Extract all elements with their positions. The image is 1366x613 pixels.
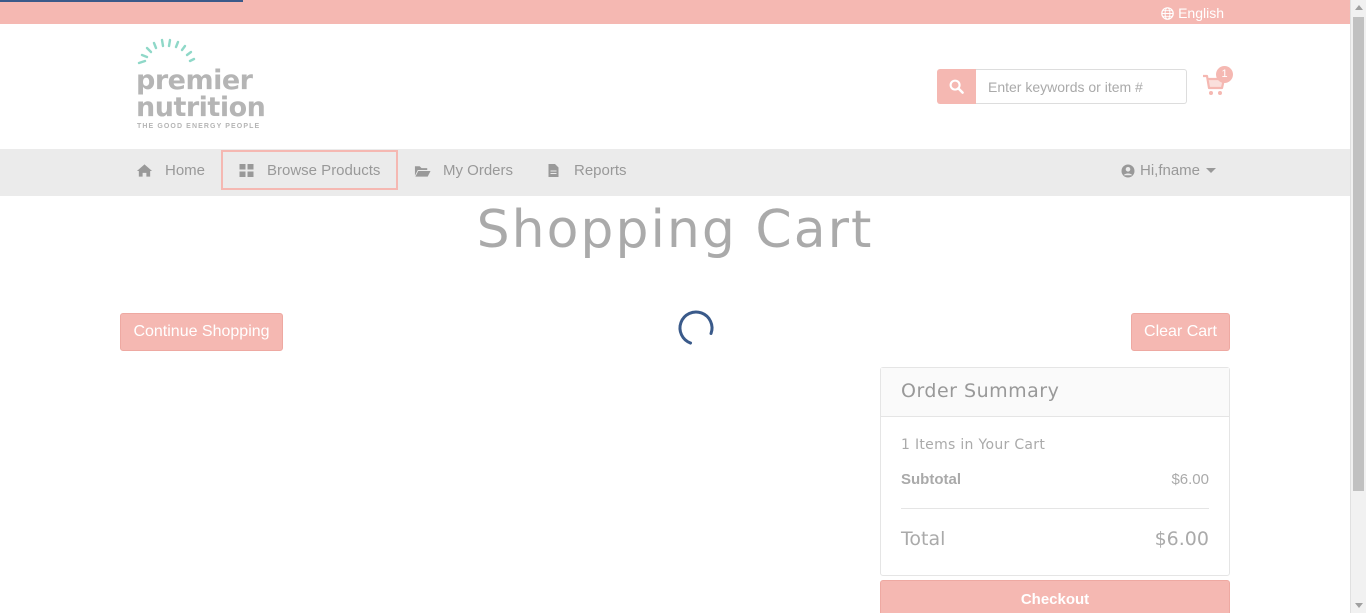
user-greeting: Hi,fname <box>1140 162 1201 179</box>
language-label: English <box>1178 5 1224 21</box>
scroll-down-icon[interactable] <box>1355 603 1363 608</box>
cart-count-badge: 1 <box>1216 66 1233 83</box>
search-button[interactable] <box>937 69 976 104</box>
logo-word-nutrition: nutrition <box>136 92 266 123</box>
logo-tagline: THE GOOD ENERGY PEOPLE <box>137 123 261 130</box>
file-icon <box>548 163 559 177</box>
site-header: premier nutrition THE GOOD ENERGY PEOPLE… <box>0 24 1350 149</box>
order-summary-heading: Order Summary <box>881 368 1229 417</box>
page-scrollbar[interactable] <box>1350 0 1366 613</box>
nav-item-label: My Orders <box>443 161 514 179</box>
nav-item-home[interactable]: Home <box>136 150 205 190</box>
nav-item-reports[interactable]: Reports <box>545 150 627 190</box>
language-selector[interactable]: English <box>1161 5 1224 21</box>
premier-nutrition-logo[interactable]: premier nutrition THE GOOD ENERGY PEOPLE <box>136 37 276 137</box>
cart-item-count: 1 Items in Your Cart <box>901 437 1046 453</box>
nav-item-label: Reports <box>574 161 627 179</box>
scroll-up-icon[interactable] <box>1355 5 1363 10</box>
order-summary-panel: Order Summary 1 Items in Your Cart Subto… <box>880 367 1230 576</box>
search-input[interactable] <box>976 69 1187 104</box>
user-circle-icon <box>1121 164 1135 177</box>
total-value: $6.00 <box>1154 528 1209 550</box>
nav-item-browse-products[interactable]: Browse Products <box>221 150 398 190</box>
page-title: Shopping Cart <box>476 200 874 260</box>
main-nav: Home Browse Products My Orders Reports H… <box>0 149 1350 196</box>
loading-progress-line <box>0 0 243 2</box>
home-icon <box>136 163 153 177</box>
spinner-icon <box>678 310 714 345</box>
page: English premier nutrition THE GOOD ENERG… <box>0 0 1350 613</box>
search-icon <box>949 79 964 94</box>
scrollbar-thumb[interactable] <box>1353 17 1364 491</box>
nav-item-label: Browse Products <box>267 161 381 179</box>
user-menu[interactable]: Hi,fname <box>1121 162 1217 179</box>
total-label: Total <box>901 528 946 550</box>
checkout-button[interactable]: Checkout <box>880 580 1230 613</box>
continue-shopping-button[interactable]: Continue Shopping <box>120 313 283 351</box>
subtotal-label: Subtotal <box>901 471 961 488</box>
total-row: Total $6.00 <box>901 528 1209 550</box>
summary-divider <box>901 508 1209 509</box>
nav-item-label: Home <box>165 161 206 179</box>
chevron-down-icon <box>1206 168 1217 173</box>
globe-icon <box>1161 6 1174 20</box>
clear-cart-button[interactable]: Clear Cart <box>1131 313 1230 351</box>
subtotal-row: Subtotal $6.00 <box>901 471 1209 488</box>
subtotal-value: $6.00 <box>1171 471 1209 488</box>
grid-icon <box>239 163 254 177</box>
nav-item-my-orders[interactable]: My Orders <box>414 150 513 190</box>
folder-open-icon <box>414 165 431 177</box>
top-bar: English <box>0 0 1350 24</box>
logo-word-premier: premier <box>136 65 253 96</box>
